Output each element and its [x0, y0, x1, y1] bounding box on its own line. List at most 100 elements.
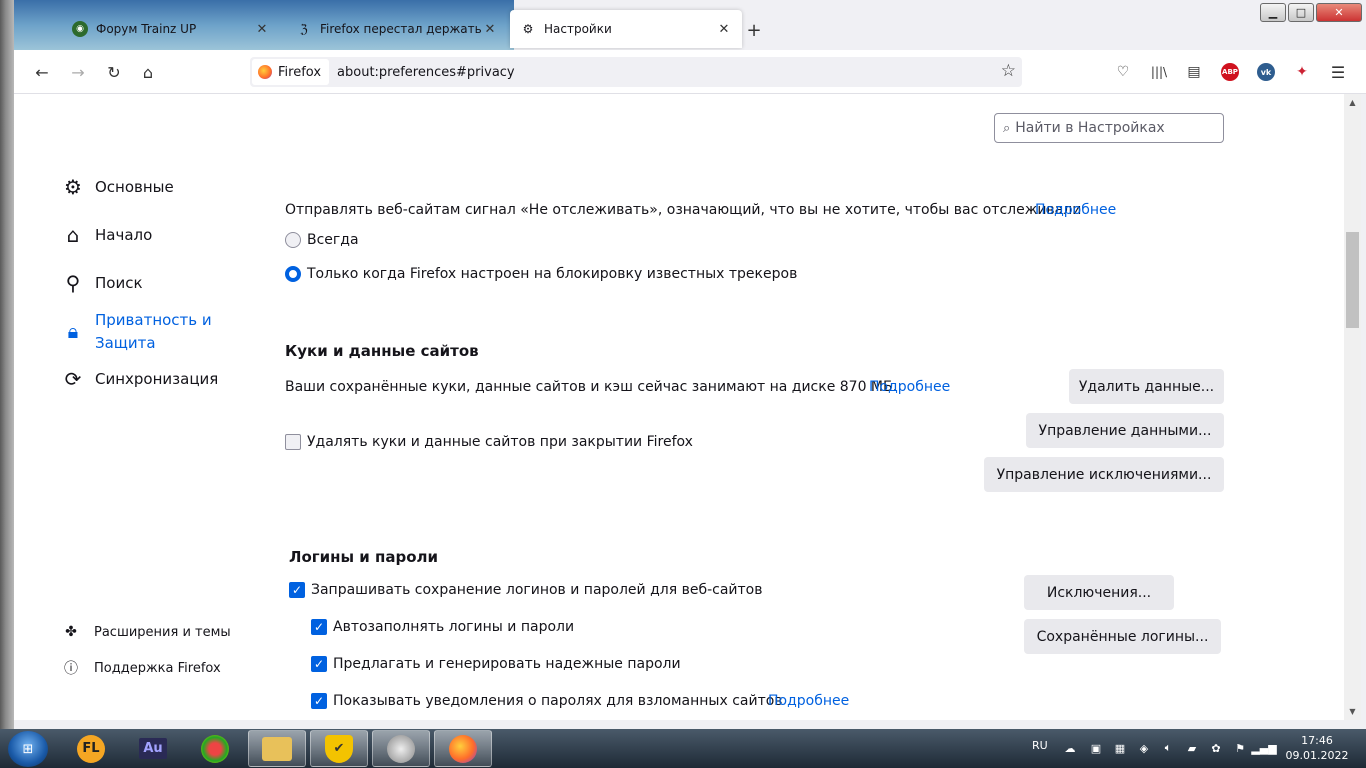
- firefox-icon: [258, 65, 272, 79]
- hamburger-menu-icon[interactable]: ☰: [1327, 62, 1349, 82]
- category-privacy[interactable]: 🔒︎ Приватность и Защита: [60, 307, 225, 355]
- library-icon[interactable]: |||\: [1148, 62, 1170, 82]
- saved-logins-button[interactable]: Сохранённые логины...: [1024, 619, 1221, 654]
- tray-app-icon[interactable]: ◈: [1136, 740, 1152, 756]
- scroll-up-arrow[interactable]: ▲: [1344, 94, 1361, 111]
- identity-box[interactable]: Firefox: [252, 59, 330, 85]
- audition-icon[interactable]: Au: [124, 730, 182, 767]
- fl-studio-icon[interactable]: FL: [62, 730, 120, 767]
- vertical-scrollbar[interactable]: ▲ ▼: [1344, 94, 1361, 720]
- firefox-icon[interactable]: [434, 730, 492, 767]
- scroll-thumb[interactable]: [1346, 232, 1359, 328]
- tab-strip: ◉ Форум Trainz UP ✕ ℨ Firefox перестал д…: [14, 0, 1366, 50]
- help-icon: ⓘ: [64, 661, 78, 677]
- autofill-label: Автозаполнять логины и пароли: [333, 619, 575, 635]
- preferences-page: ⌕ ⚙ Основные ⌂ Начало ⚲ Поиск 🔒︎ Приватн…: [14, 94, 1344, 720]
- delete-cookies-on-close-label: Удалять куки и данные сайтов при закрыти…: [307, 434, 693, 450]
- category-sync[interactable]: ⟳ Синхронизация: [60, 366, 219, 392]
- extension-icon[interactable]: ✦: [1291, 62, 1313, 82]
- search-icon: ⌕: [1003, 120, 1011, 136]
- category-general[interactable]: ⚙ Основные: [60, 174, 174, 200]
- extensions-themes-link[interactable]: ✤ Расширения и темы: [62, 623, 231, 641]
- cookies-usage-text: Ваши сохранённые куки, данные сайтов и к…: [285, 379, 898, 395]
- category-home[interactable]: ⌂ Начало: [60, 222, 153, 248]
- tray-app-icon[interactable]: ☁: [1062, 740, 1078, 756]
- breach-alerts-checkbox[interactable]: ✓: [311, 693, 327, 709]
- network-icon[interactable]: ▂▄▆: [1251, 740, 1276, 756]
- category-search[interactable]: ⚲ Поиск: [60, 270, 143, 296]
- category-label: Приватность и Защита: [95, 311, 212, 352]
- tab-firefox-forum[interactable]: ℨ Firefox перестал держать автор ✕: [286, 10, 508, 48]
- tab-settings[interactable]: ⚙ Настройки ✕: [510, 10, 742, 48]
- tab-title: Firefox перестал держать автор: [320, 22, 482, 36]
- gear-icon: ⚙: [64, 175, 82, 199]
- sidebar-icon[interactable]: ▤: [1183, 62, 1205, 82]
- dnt-only-when-radio[interactable]: [285, 266, 301, 282]
- windows-taskbar: ⊞ FL Au ✔ RU ☁ ▣ ▦ ◈ 🔈︎ ▰ ✿ ⚑ ▂▄▆ 17:46 …: [0, 729, 1366, 768]
- breach-learn-more-link[interactable]: Подробнее: [768, 693, 849, 709]
- bookmark-star-icon[interactable]: ☆: [1001, 61, 1016, 81]
- maximize-button[interactable]: □: [1288, 3, 1314, 22]
- login-exceptions-button[interactable]: Исключения...: [1024, 575, 1174, 610]
- system-clock[interactable]: 17:46 09.01.2022: [1282, 733, 1352, 763]
- tray-app-icon[interactable]: ▣: [1088, 740, 1104, 756]
- browser-window: ◉ Форум Trainz UP ✕ ℨ Firefox перестал д…: [0, 0, 1366, 729]
- nvidia-icon[interactable]: ▰: [1184, 740, 1200, 756]
- search-field[interactable]: ⌕: [994, 113, 1224, 143]
- search-input[interactable]: [1015, 120, 1206, 136]
- clock-time: 17:46: [1301, 734, 1333, 747]
- ask-to-save-label: Запрашивать сохранение логинов и паролей…: [311, 582, 763, 598]
- tray-app-icon[interactable]: ✿: [1208, 740, 1224, 756]
- adblock-icon[interactable]: ABP: [1219, 62, 1241, 82]
- desktop-edge: [0, 0, 14, 729]
- pocket-icon[interactable]: ♡: [1112, 62, 1134, 82]
- vk-icon[interactable]: vk: [1255, 62, 1277, 82]
- close-icon[interactable]: ✕: [254, 21, 270, 37]
- identity-label: Firefox: [278, 64, 322, 80]
- firefox-support-link[interactable]: ⓘ Поддержка Firefox: [62, 659, 221, 678]
- dnt-learn-more-link[interactable]: Подробнее: [1035, 202, 1116, 218]
- delete-cookies-on-close-checkbox[interactable]: [285, 434, 301, 450]
- dnt-always-label: Всегда: [307, 232, 359, 248]
- gear-icon: ⚙: [522, 22, 534, 36]
- link-label: Поддержка Firefox: [94, 660, 221, 676]
- scroll-down-arrow[interactable]: ▼: [1344, 703, 1361, 720]
- forward-button[interactable]: →: [64, 58, 92, 86]
- url-bar[interactable]: Firefox about:preferences#privacy ☆: [250, 57, 1022, 87]
- dnt-always-radio[interactable]: [285, 232, 301, 248]
- home-button[interactable]: ⌂: [134, 58, 162, 86]
- suggest-passwords-label: Предлагать и генерировать надежные парол…: [333, 656, 681, 672]
- start-button[interactable]: ⊞: [8, 731, 48, 767]
- manage-exceptions-button[interactable]: Управление исключениями...: [984, 457, 1224, 492]
- breach-alerts-label: Показывать уведомления о паролях для взл…: [333, 693, 783, 709]
- minimize-button[interactable]: ▁: [1260, 3, 1286, 22]
- close-window-button[interactable]: ✕: [1316, 3, 1362, 22]
- category-label: Основные: [95, 178, 174, 196]
- explorer-icon[interactable]: [248, 730, 306, 767]
- cookies-learn-more-link[interactable]: Подробнее: [869, 379, 950, 395]
- language-indicator[interactable]: RU: [1032, 739, 1048, 752]
- browser-icon[interactable]: [186, 730, 244, 767]
- new-tab-button[interactable]: +: [742, 18, 766, 42]
- manage-data-button[interactable]: Управление данными...: [1026, 413, 1224, 448]
- trainz-icon: ◉: [72, 21, 88, 37]
- url-text[interactable]: about:preferences#privacy: [337, 65, 515, 80]
- cookies-heading: Куки и данные сайтов: [285, 342, 479, 360]
- reload-button[interactable]: ↻: [100, 58, 128, 86]
- tab-trainz-forum[interactable]: ◉ Форум Trainz UP ✕: [62, 10, 280, 48]
- autofill-checkbox[interactable]: ✓: [311, 619, 327, 635]
- category-label: Начало: [95, 226, 153, 244]
- close-icon[interactable]: ✕: [716, 21, 732, 37]
- close-icon[interactable]: ✕: [482, 21, 498, 37]
- back-button[interactable]: ←: [28, 58, 56, 86]
- tray-app-icon[interactable]: ▦: [1112, 740, 1128, 756]
- suggest-passwords-checkbox[interactable]: ✓: [311, 656, 327, 672]
- volume-icon[interactable]: 🔈︎: [1160, 740, 1176, 756]
- clear-data-button[interactable]: Удалить данные...: [1069, 369, 1224, 404]
- shield-icon[interactable]: ✔: [310, 730, 368, 767]
- ask-to-save-checkbox[interactable]: ✓: [289, 582, 305, 598]
- search-icon: ⚲: [65, 271, 81, 295]
- action-center-icon[interactable]: ⚑: [1232, 740, 1248, 756]
- speaker-icon[interactable]: [372, 730, 430, 767]
- category-label: Синхронизация: [95, 370, 219, 388]
